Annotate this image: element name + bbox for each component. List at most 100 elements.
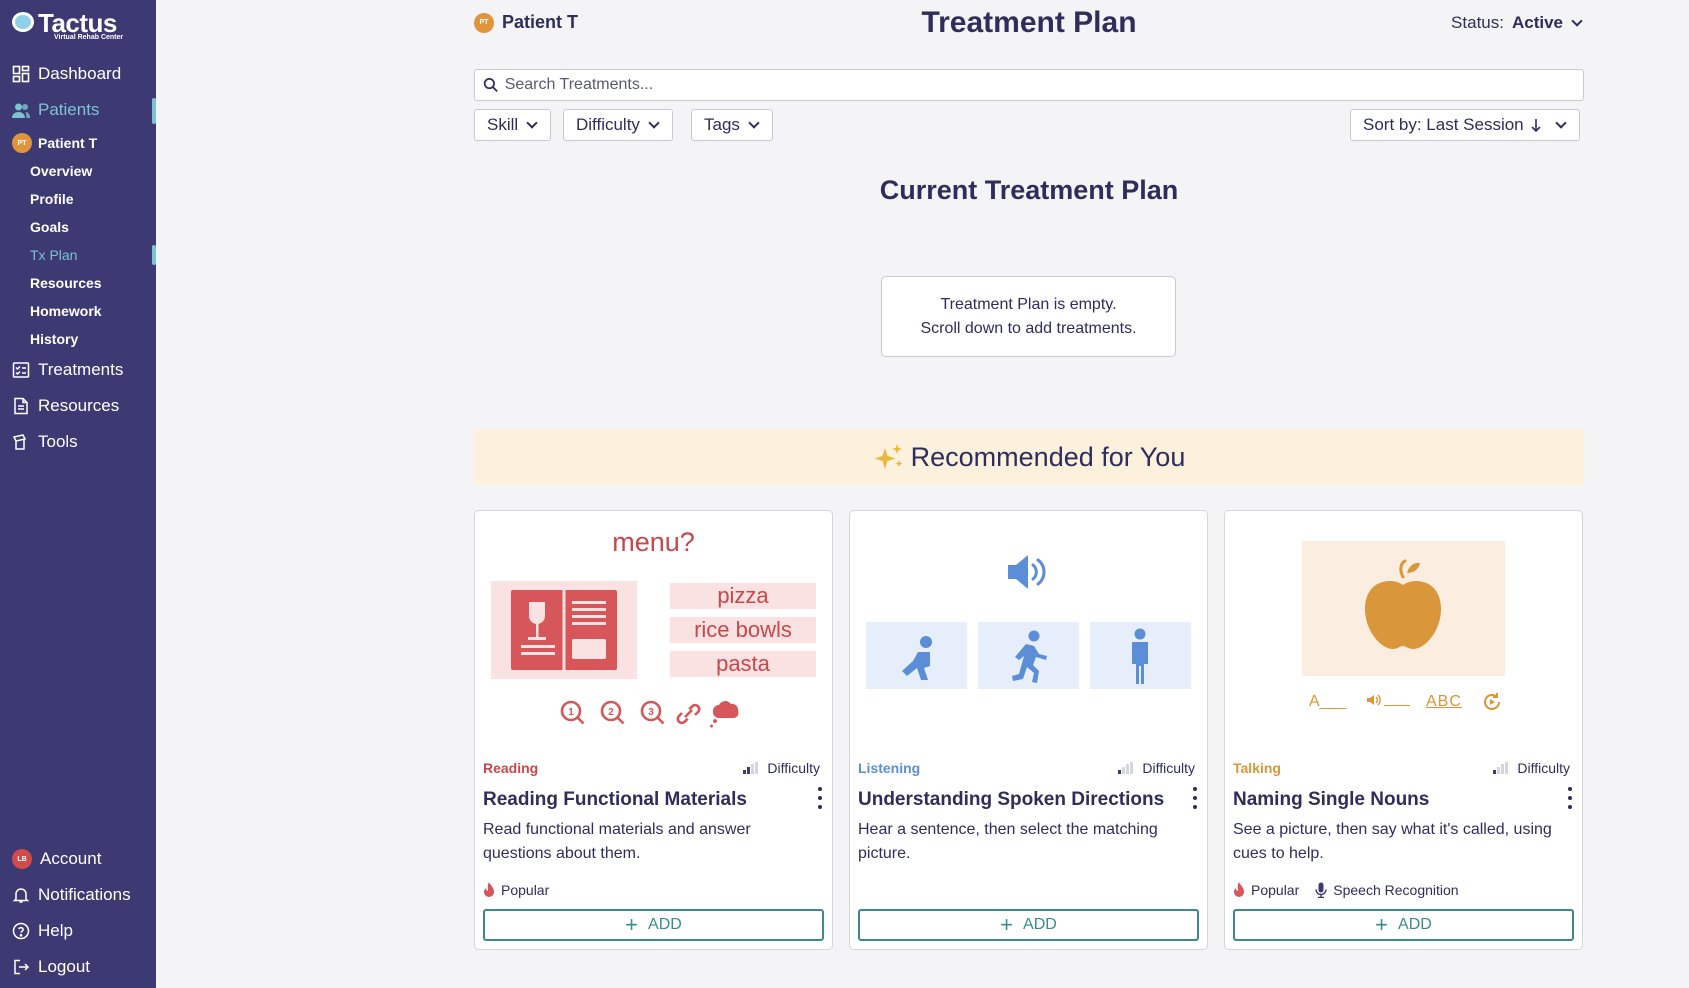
sort-label: Sort by: Last Session (1363, 115, 1524, 134)
treatment-card-listening[interactable]: Listening Difficulty Understanding Spoke… (849, 510, 1208, 950)
nav-logout-label: Logout (38, 957, 90, 976)
nav-logout[interactable]: Logout (12, 954, 90, 980)
difficulty-bars-icon (1493, 762, 1509, 774)
tag-popular-label: Popular (1251, 882, 1300, 898)
nav-tools-label: Tools (38, 432, 78, 451)
sidebar: Tactus Virtual Rehab Center Dashboard Pa… (0, 0, 156, 988)
skill-filter[interactable]: Skill (474, 109, 552, 141)
svg-text:2: 2 (608, 707, 614, 718)
tools-icon (12, 433, 30, 451)
search-input[interactable] (504, 76, 1583, 94)
difficulty-bars-icon (1118, 762, 1134, 774)
sidebar-item-goals[interactable]: Goals (30, 217, 69, 237)
tags-filter[interactable]: Tags (691, 109, 773, 141)
treatment-tags: Popular (483, 882, 565, 898)
add-button[interactable]: + ADD (1233, 909, 1574, 941)
sidebar-item-profile[interactable]: Profile (30, 189, 74, 209)
arrow-down-icon (1531, 119, 1541, 132)
difficulty-label: Difficulty (1517, 760, 1570, 776)
person-standing-icon (1132, 628, 1148, 684)
person-sitting-icon (902, 636, 932, 680)
add-button-label: ADD (648, 916, 682, 933)
nav-treatments-label: Treatments (38, 360, 124, 379)
picture-option-standing (1090, 622, 1191, 689)
nav-account-label: Account (40, 849, 102, 868)
nav-patient-t[interactable]: PT Patient T (12, 130, 97, 156)
status-dropdown[interactable]: Status: Active (1451, 13, 1583, 33)
sort-dropdown[interactable]: Sort by: Last Session (1350, 109, 1580, 141)
sidebar-item-history[interactable]: History (30, 329, 78, 349)
treatment-card-talking[interactable]: A___ ABC Talking Difficulty Naming Singl… (1224, 510, 1583, 950)
chevron-down-icon (748, 117, 760, 129)
tag-popular-label: Popular (501, 882, 550, 898)
nav-account[interactable]: LB Account (12, 846, 101, 872)
plus-icon: + (1000, 912, 1014, 937)
tags-filter-label: Tags (704, 115, 740, 134)
difficulty-indicator: Difficulty (1493, 760, 1570, 776)
reading-illustration: menu? pizza rice bowls pasta 1 2 3 (475, 511, 832, 751)
person-running-icon (1012, 630, 1047, 683)
empty-plan-notice: Treatment Plan is empty. Scroll down to … (881, 276, 1176, 357)
difficulty-indicator: Difficulty (743, 760, 820, 776)
more-options-icon[interactable] (1189, 787, 1201, 809)
audio-cue-icon (1367, 694, 1381, 705)
nav-notifications[interactable]: Notifications (12, 882, 131, 908)
tag-popular: Popular (1233, 882, 1299, 898)
chevron-down-icon (1554, 117, 1567, 129)
empty-plan-line-2: Scroll down to add treatments. (920, 319, 1137, 337)
skill-filter-label: Skill (487, 115, 519, 134)
nav-resources[interactable]: Resources (12, 393, 119, 419)
more-options-icon[interactable] (814, 787, 826, 809)
status-label: Status: (1451, 13, 1504, 32)
resources-icon (12, 397, 30, 415)
add-button-label: ADD (1398, 916, 1432, 933)
nav-help[interactable]: Help (12, 918, 73, 944)
replay-icon (1484, 693, 1500, 710)
treatment-card-reading[interactable]: menu? pizza rice bowls pasta 1 2 3 Readi… (474, 510, 833, 950)
cue-first-letter: A___ (1309, 693, 1347, 710)
nav-patients[interactable]: Patients (12, 97, 99, 123)
difficulty-filter[interactable]: Difficulty (563, 109, 673, 141)
cue-audio (1367, 693, 1410, 706)
treatment-description: Read functional materials and answer que… (483, 821, 751, 862)
menu-option-pizza: pizza (670, 583, 816, 609)
sidebar-item-overview[interactable]: Overview (30, 161, 92, 181)
menu-option-rice-bowls: rice bowls (670, 617, 816, 643)
apple-picture (1302, 541, 1505, 676)
skill-label: Listening (858, 760, 921, 776)
difficulty-bars-icon (743, 762, 759, 774)
status-value: Active (1511, 13, 1563, 32)
sparkles-icon (873, 440, 907, 474)
recommended-header: Recommended for You (474, 429, 1584, 485)
nav-treatments[interactable]: Treatments (12, 357, 123, 383)
sidebar-item-homework[interactable]: Homework (30, 301, 102, 321)
listening-illustration (850, 511, 1207, 751)
chevron-down-icon (648, 117, 660, 129)
logout-icon (12, 958, 30, 976)
speaker-icon (1008, 555, 1046, 589)
empty-plan-line-1: Treatment Plan is empty. (940, 295, 1117, 313)
help-icon (12, 922, 30, 940)
svg-text:3: 3 (648, 707, 654, 718)
sidebar-item-tx-plan[interactable]: Tx Plan (30, 245, 77, 265)
recommended-title: Recommended for You (910, 441, 1186, 472)
more-options-icon[interactable] (1564, 787, 1576, 809)
chevron-down-icon (1571, 15, 1583, 27)
menu-picture (491, 581, 637, 679)
sidebar-item-resources[interactable]: Resources (30, 273, 102, 293)
current-plan-title: Current Treatment Plan (879, 175, 1179, 205)
treatments-icon (12, 361, 30, 379)
add-button[interactable]: + ADD (483, 909, 824, 941)
nav-tools[interactable]: Tools (12, 429, 78, 455)
treatment-name: Understanding Spoken Directions (858, 789, 1165, 810)
menu-icon (511, 590, 617, 670)
nav-patients-label: Patients (38, 100, 100, 119)
nav-notifications-label: Notifications (38, 885, 131, 904)
add-button[interactable]: + ADD (858, 909, 1199, 941)
nav-patient-name: Patient T (38, 135, 98, 151)
account-avatar: LB (12, 849, 32, 869)
search-bar[interactable] (474, 69, 1584, 101)
treatment-description: See a picture, then say what it's called… (1233, 821, 1552, 862)
nav-dashboard[interactable]: Dashboard (12, 61, 121, 87)
search-icon (483, 77, 498, 92)
